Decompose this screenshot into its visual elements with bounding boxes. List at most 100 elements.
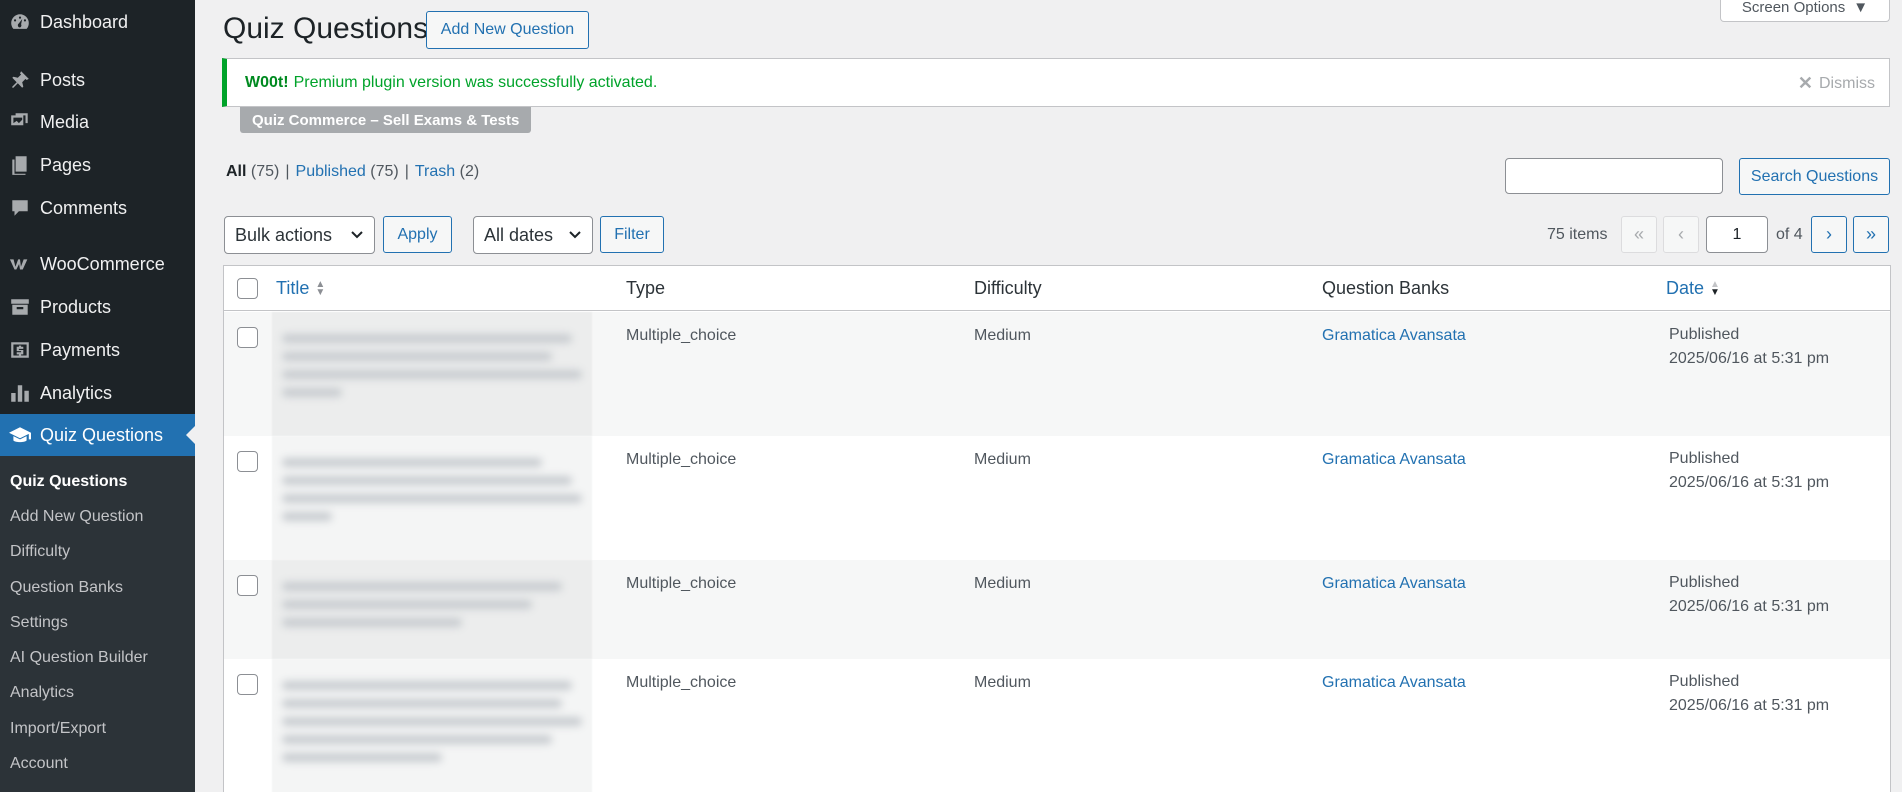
items-count: 75 items bbox=[1547, 226, 1608, 243]
date-value: 2025/06/16 at 5:31 pm bbox=[1669, 474, 1830, 491]
date-value: 2025/06/16 at 5:31 pm bbox=[1669, 598, 1830, 615]
date-value: 2025/06/16 at 5:31 pm bbox=[1669, 350, 1830, 367]
filter-button[interactable]: Filter bbox=[600, 216, 664, 253]
menu-item-dashboard[interactable]: Dashboard bbox=[0, 1, 195, 43]
search-input[interactable] bbox=[1505, 158, 1723, 194]
view-trash[interactable]: Trash bbox=[415, 163, 455, 180]
pages-icon bbox=[0, 154, 40, 176]
menu-item-payments[interactable]: Payments bbox=[0, 329, 195, 371]
page-title: Quiz Questions bbox=[223, 12, 429, 45]
redacted-title[interactable] bbox=[272, 560, 592, 659]
menu-item-comments[interactable]: Comments bbox=[0, 187, 195, 229]
submenu-account[interactable]: Account bbox=[10, 755, 68, 773]
graduation-cap-icon bbox=[0, 424, 40, 446]
plugin-badge: Quiz Commerce – Sell Exams & Tests bbox=[240, 107, 532, 133]
total-pages: of 4 bbox=[1776, 226, 1803, 243]
add-new-question-button[interactable]: Add New Question bbox=[426, 11, 589, 49]
submenu-settings[interactable]: Settings bbox=[10, 614, 68, 632]
menu-label: WooCommerce bbox=[40, 253, 165, 274]
apply-button[interactable]: Apply bbox=[383, 216, 452, 253]
question-bank-link[interactable]: Gramatica Avansata bbox=[1322, 327, 1466, 345]
redacted-title[interactable] bbox=[272, 436, 592, 560]
table-row: Multiple_choice Medium Gramatica Avansat… bbox=[224, 560, 1890, 659]
question-bank-link[interactable]: Gramatica Avansata bbox=[1322, 575, 1466, 593]
table-row: Multiple_choice Medium Gramatica Avansat… bbox=[224, 312, 1890, 436]
date-filter-select[interactable]: All dates bbox=[473, 216, 593, 254]
column-date-sort[interactable]: Date ▲ ▼ bbox=[1666, 278, 1720, 299]
screen-options-button[interactable]: Screen Options ▼ bbox=[1720, 0, 1890, 22]
submenu-difficulty[interactable]: Difficulty bbox=[10, 543, 70, 561]
question-bank-link[interactable]: Gramatica Avansata bbox=[1322, 451, 1466, 469]
cell-difficulty: Medium bbox=[974, 451, 1031, 468]
menu-item-products[interactable]: Products bbox=[0, 286, 195, 328]
row-checkbox[interactable] bbox=[237, 575, 258, 596]
chevron-down-icon bbox=[351, 231, 363, 239]
menu-label: Pages bbox=[40, 154, 92, 175]
woocommerce-icon bbox=[0, 253, 40, 275]
view-all[interactable]: All (75) bbox=[226, 163, 279, 180]
menu-item-posts[interactable]: Posts bbox=[0, 59, 195, 101]
menu-label: Media bbox=[40, 111, 90, 132]
cell-type: Multiple_choice bbox=[626, 327, 737, 344]
sort-icon: ▲ ▼ bbox=[315, 278, 326, 298]
menu-item-analytics[interactable]: Analytics bbox=[0, 372, 195, 414]
menu-label: Comments bbox=[40, 197, 128, 218]
select-all-checkbox[interactable] bbox=[237, 278, 258, 299]
menu-item-pages[interactable]: Pages bbox=[0, 144, 195, 186]
submenu-ai-question-builder[interactable]: AI Question Builder bbox=[10, 649, 148, 667]
table-header: Title ▲ ▼ Type Difficulty Question Banks … bbox=[224, 266, 1890, 311]
submenu-add-new-question[interactable]: Add New Question bbox=[10, 508, 143, 526]
date-status: Published bbox=[1669, 673, 1740, 690]
success-notice: W00t! Premium plugin version was success… bbox=[222, 58, 1890, 107]
column-question-banks: Question Banks bbox=[1322, 278, 1450, 298]
menu-item-quiz-questions[interactable]: Quiz Questions bbox=[0, 414, 195, 456]
chevron-down-icon bbox=[569, 231, 581, 239]
quiz-submenu: Quiz Questions Add New Question Difficul… bbox=[0, 456, 195, 792]
submenu-import-export[interactable]: Import/Export bbox=[10, 720, 106, 738]
current-page-input[interactable]: 1 bbox=[1706, 216, 1768, 253]
cell-date: Published 2025/06/16 at 5:31 pm bbox=[1669, 670, 1829, 718]
media-icon bbox=[0, 111, 40, 133]
notice-message: Premium plugin version was successfully … bbox=[293, 73, 658, 91]
dollar-icon bbox=[0, 339, 40, 361]
table-row: Multiple_choice Medium Gramatica Avansat… bbox=[224, 436, 1890, 560]
close-icon: ✕ bbox=[1797, 73, 1813, 93]
cell-type: Multiple_choice bbox=[626, 674, 737, 691]
screen-options-label: Screen Options bbox=[1741, 0, 1846, 16]
comment-icon bbox=[0, 197, 40, 219]
menu-label: Analytics bbox=[40, 382, 113, 403]
view-published[interactable]: Published bbox=[296, 163, 366, 180]
menu-label: Dashboard bbox=[40, 11, 129, 32]
submenu-analytics[interactable]: Analytics bbox=[10, 684, 74, 702]
view-filters: All (75) | Published (75) | Trash (2) bbox=[226, 163, 480, 180]
submenu-question-banks[interactable]: Question Banks bbox=[10, 579, 123, 597]
menu-item-woocommerce[interactable]: WooCommerce bbox=[0, 243, 195, 285]
menu-item-media[interactable]: Media bbox=[0, 101, 195, 143]
menu-label: Quiz Questions bbox=[40, 424, 164, 445]
next-page-button[interactable]: › bbox=[1811, 216, 1847, 253]
last-page-button[interactable]: » bbox=[1853, 216, 1889, 253]
question-bank-link[interactable]: Gramatica Avansata bbox=[1322, 674, 1466, 692]
submenu-quiz-questions[interactable]: Quiz Questions bbox=[10, 473, 127, 491]
search-questions-button[interactable]: Search Questions bbox=[1739, 158, 1890, 195]
archive-icon bbox=[0, 296, 40, 318]
cell-type: Multiple_choice bbox=[626, 575, 737, 592]
dismiss-button[interactable]: ✕ Dismiss bbox=[1798, 73, 1875, 94]
menu-label: Products bbox=[40, 296, 112, 317]
bar-chart-icon bbox=[0, 382, 40, 404]
date-value: 2025/06/16 at 5:31 pm bbox=[1669, 697, 1830, 714]
redacted-title[interactable] bbox=[272, 312, 592, 436]
bulk-actions-select[interactable]: Bulk actions bbox=[224, 216, 375, 254]
row-checkbox[interactable] bbox=[237, 451, 258, 472]
sort-desc-icon: ▲ ▼ bbox=[1710, 278, 1720, 298]
column-title-sort[interactable]: Title ▲ ▼ bbox=[276, 278, 325, 299]
caret-down-icon: ▼ bbox=[1853, 0, 1869, 16]
first-page-button[interactable]: « bbox=[1621, 216, 1657, 253]
prev-page-button[interactable]: ‹ bbox=[1663, 216, 1699, 253]
row-checkbox[interactable] bbox=[237, 674, 258, 695]
date-status: Published bbox=[1669, 326, 1740, 343]
row-checkbox[interactable] bbox=[237, 327, 258, 348]
redacted-title[interactable] bbox=[272, 659, 592, 792]
cell-difficulty: Medium bbox=[974, 575, 1031, 592]
cell-difficulty: Medium bbox=[974, 327, 1031, 344]
